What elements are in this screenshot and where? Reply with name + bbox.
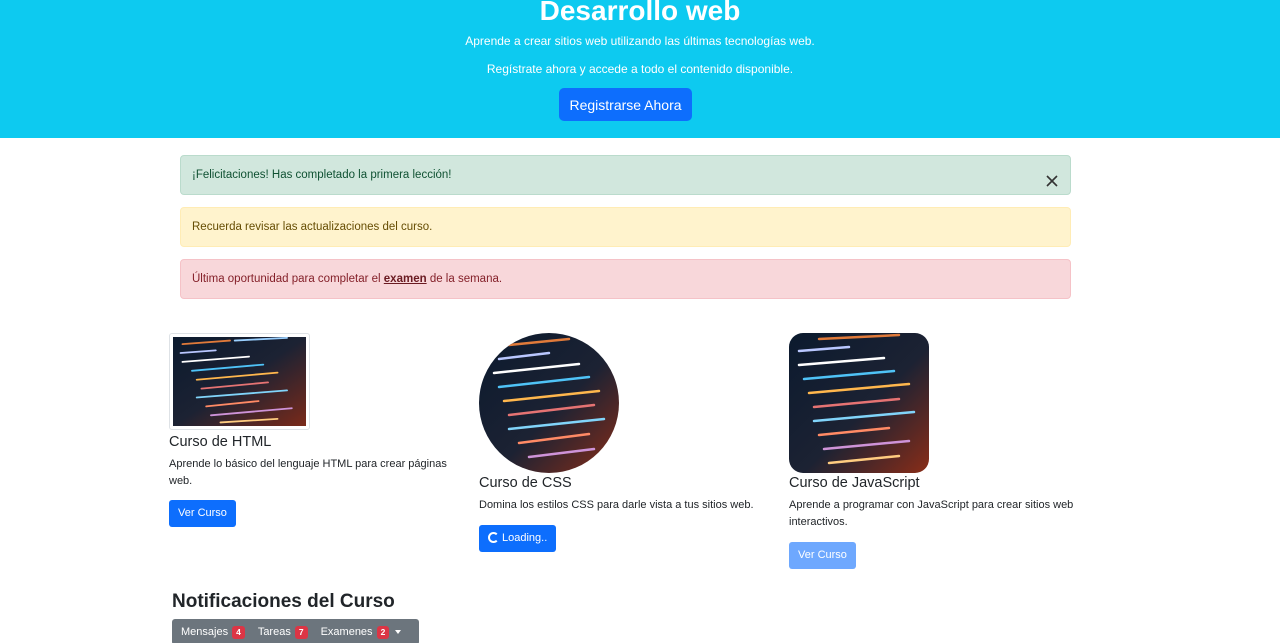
- exam-link[interactable]: examen: [384, 273, 427, 285]
- notif-tasks-badge: 7: [294, 625, 308, 639]
- course-image-css: [479, 333, 619, 473]
- notif-tasks-label: Tareas: [257, 626, 291, 638]
- register-button[interactable]: Registrarse Ahora: [559, 88, 692, 121]
- notifications-bar: Mensajes 4 Tareas 7 Examenes 2: [172, 619, 419, 643]
- spinner-icon: [488, 532, 499, 543]
- course-title-html: Curso de HTML: [169, 434, 272, 450]
- alert-warning-text: Recuerda revisar las actualizaciones del…: [192, 221, 433, 233]
- course-desc-html: Aprende lo básico del lenguaje HTML para…: [169, 458, 447, 487]
- course-desc-css: Domina los estilos CSS para darle vista …: [479, 499, 754, 511]
- course-title-javascript: Curso de JavaScript: [789, 475, 920, 491]
- course-card-css: Curso de CSS Domina los estilos CSS para…: [479, 333, 769, 552]
- code-image: [173, 337, 306, 426]
- hero-banner: Desarrollo web Aprende a crear sitios we…: [0, 0, 1280, 138]
- alert-success-text: ¡Felicitaciones! Has completado la prime…: [192, 169, 452, 181]
- close-icon[interactable]: [1044, 167, 1060, 187]
- alert-warning: Recuerda revisar las actualizaciones del…: [180, 207, 1071, 247]
- notif-exams-badge: 2: [376, 625, 390, 639]
- loading-button-label: Loading..: [502, 532, 548, 544]
- hero-lead-line2: Regístrate ahora y accede a todo el cont…: [486, 62, 794, 76]
- alert-danger: Última oportunidad para completar el exa…: [180, 259, 1071, 299]
- alert-danger-prefix: Última oportunidad para completar el: [192, 273, 384, 285]
- code-image: [789, 333, 929, 473]
- alert-danger-suffix: de la semana.: [426, 273, 503, 285]
- code-image: [479, 333, 619, 473]
- view-course-javascript-button[interactable]: Ver Curso: [789, 542, 856, 569]
- notifications-title: Notificaciones del Curso: [172, 591, 395, 612]
- alert-success: ¡Felicitaciones! Has completado la prime…: [180, 155, 1071, 195]
- course-image-javascript: [789, 333, 929, 473]
- course-card-javascript: Curso de JavaScript Aprende a programar …: [789, 333, 1079, 569]
- chevron-down-icon[interactable]: [395, 630, 402, 634]
- notif-messages[interactable]: Mensajes 4: [181, 625, 245, 639]
- notif-exams[interactable]: Examenes 2: [320, 625, 402, 639]
- notif-tasks[interactable]: Tareas 7: [257, 625, 308, 639]
- course-desc-javascript: Aprende a programar con JavaScript para …: [789, 499, 1074, 528]
- loading-button[interactable]: Loading..: [479, 525, 557, 552]
- notif-exams-label: Examenes: [320, 626, 373, 638]
- notif-messages-label: Mensajes: [181, 626, 229, 638]
- notif-messages-badge: 4: [232, 625, 245, 639]
- course-image-html: [169, 333, 310, 430]
- view-course-html-button[interactable]: Ver Curso: [169, 500, 236, 527]
- course-card-html: Curso de HTML Aprende lo básico del leng…: [169, 333, 459, 527]
- hero-lead-line1: Aprende a crear sitios web utilizando la…: [465, 34, 815, 48]
- course-title-css: Curso de CSS: [479, 475, 572, 491]
- hero-title: Desarrollo web: [539, 0, 741, 26]
